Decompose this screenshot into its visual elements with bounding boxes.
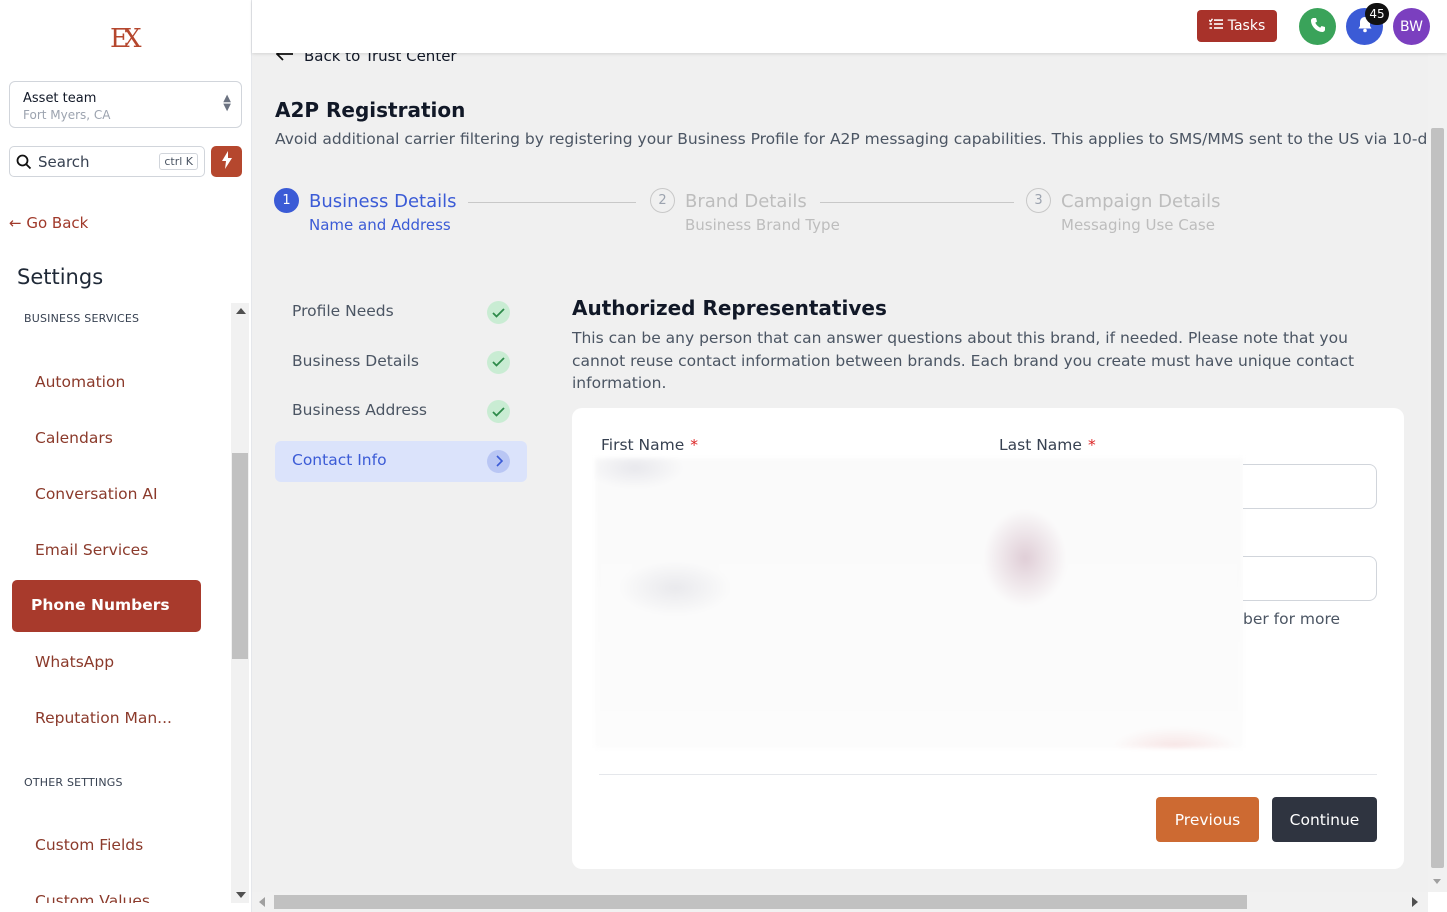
last-name-input[interactable]	[1243, 464, 1377, 509]
form-description: This can be any person that can answer q…	[572, 329, 1355, 392]
vertical-scroll-thumb[interactable]	[1431, 128, 1444, 868]
arrow-left-icon: ←	[9, 214, 22, 232]
sidebar-item-email-services[interactable]: Email Services	[35, 541, 148, 559]
check-icon	[487, 350, 510, 374]
tasks-label: Tasks	[1227, 18, 1266, 34]
check-icon	[487, 400, 510, 423]
sidebar-item-whatsapp[interactable]: WhatsApp	[35, 653, 114, 671]
form-title: Authorized Representatives	[572, 296, 887, 320]
phone-input[interactable]	[1243, 556, 1377, 601]
go-back-link[interactable]: ← Go Back	[9, 214, 88, 232]
tasks-button[interactable]: Tasks	[1197, 10, 1277, 42]
section-other-settings: OTHER SETTINGS	[24, 776, 123, 789]
search-icon	[16, 154, 32, 170]
step-subtitle: Messaging Use Case	[1061, 216, 1215, 234]
settings-nav: BUSINESS SERVICES Automation Calendars C…	[0, 303, 230, 903]
section-business-services: BUSINESS SERVICES	[24, 312, 140, 325]
chevron-updown-icon: ▲ ▼	[223, 93, 231, 113]
chevron-right-icon	[487, 449, 510, 473]
substep-list: Profile Needs Business Details Business …	[275, 292, 527, 490]
substep-business-details[interactable]: Business Details	[275, 342, 527, 383]
step-connector	[468, 202, 636, 203]
sidebar: EX Asset team Fort Myers, CA ▲ ▼ Search c…	[0, 0, 252, 912]
go-back-label: Go Back	[26, 214, 89, 232]
lightning-icon	[221, 150, 233, 173]
substep-profile-needs[interactable]: Profile Needs	[275, 292, 527, 333]
page-title: A2P Registration	[275, 98, 466, 122]
search-label: Search	[38, 152, 90, 171]
step-number: 3	[1026, 188, 1051, 213]
sidebar-item-custom-values[interactable]: Custom Values	[35, 892, 150, 903]
substep-label: Business Address	[292, 401, 428, 419]
user-avatar[interactable]: BW	[1393, 8, 1430, 45]
sidebar-scroll-thumb[interactable]	[232, 453, 248, 659]
card-divider	[599, 774, 1377, 775]
sidebar-item-custom-fields[interactable]: Custom Fields	[35, 836, 143, 854]
brand-logo[interactable]: EX	[110, 24, 141, 54]
horizontal-scroll-thumb[interactable]	[274, 895, 1247, 909]
back-link-label: Back to Trust Center	[304, 53, 457, 65]
first-name-label-text: First Name	[601, 436, 685, 454]
scroll-right-arrow-icon[interactable]	[1412, 897, 1418, 907]
previous-button[interactable]: Previous	[1156, 797, 1259, 842]
search-shortcut: ctrl K	[159, 153, 198, 170]
registration-stepper: 1 Business Details Name and Address 2 Br…	[274, 188, 1428, 248]
substep-contact-info[interactable]: Contact Info	[275, 440, 527, 482]
substep-label: Business Details	[292, 351, 420, 370]
contact-form-card: First Name * Last Name * ber for more Prev…	[572, 408, 1404, 869]
scroll-left-arrow-icon[interactable]	[259, 897, 265, 907]
top-bar: Tasks 45 BW	[252, 0, 1447, 53]
notification-count-badge: 45	[1365, 3, 1389, 25]
step-title: Brand Details	[685, 191, 807, 212]
sidebar-scrollbar[interactable]	[231, 303, 249, 903]
substep-label: Profile Needs	[292, 302, 394, 320]
arrow-left-icon	[275, 53, 294, 65]
step-number: 2	[650, 188, 675, 213]
required-mark: *	[1087, 436, 1096, 454]
phone-button[interactable]	[1299, 8, 1336, 45]
step-number: 1	[274, 188, 299, 213]
main-horizontal-scrollbar[interactable]	[252, 892, 1428, 912]
step-subtitle: Business Brand Type	[685, 216, 840, 234]
last-name-label: Last Name *	[999, 436, 1096, 454]
sidebar-item-calendars[interactable]: Calendars	[35, 429, 113, 447]
redacted-region	[595, 458, 1243, 748]
sidebar-item-conversation-ai[interactable]: Conversation AI	[35, 485, 158, 503]
page-description: Avoid additional carrier filtering by re…	[275, 130, 1428, 148]
main-content: Back to Trust Center A2P Registration Av…	[252, 53, 1428, 892]
continue-button[interactable]: Continue	[1272, 797, 1377, 842]
back-to-trust-center-link[interactable]: Back to Trust Center	[275, 53, 457, 65]
required-mark: *	[690, 436, 699, 454]
account-name: Asset team	[23, 91, 97, 106]
substep-label: Contact Info	[292, 450, 387, 469]
step-subtitle: Name and Address	[309, 216, 451, 234]
field-help-text: ber for more	[1243, 610, 1341, 628]
search-box[interactable]: Search ctrl K	[9, 146, 205, 177]
sidebar-item-reputation-management[interactable]: Reputation Man...	[35, 709, 172, 727]
last-name-label-text: Last Name	[999, 436, 1082, 454]
scroll-up-arrow-icon[interactable]	[236, 308, 246, 314]
scroll-down-arrow-icon[interactable]	[236, 892, 246, 898]
settings-title: Settings	[17, 265, 104, 289]
step-title: Business Details	[309, 191, 457, 212]
substep-business-address[interactable]: Business Address	[275, 391, 527, 432]
step-connector	[820, 202, 1014, 203]
sidebar-item-phone-numbers[interactable]: Phone Numbers	[12, 580, 201, 632]
scroll-down-arrow-icon[interactable]	[1433, 879, 1441, 884]
phone-icon	[1310, 17, 1326, 37]
step-title: Campaign Details	[1061, 191, 1221, 212]
first-name-label: First Name *	[601, 436, 698, 454]
quick-action-button[interactable]	[211, 146, 242, 177]
main-vertical-scrollbar[interactable]	[1428, 53, 1447, 892]
sidebar-item-automation[interactable]: Automation	[35, 373, 125, 391]
checklist-icon	[1208, 18, 1223, 34]
check-icon	[487, 301, 510, 324]
account-location: Fort Myers, CA	[23, 108, 111, 122]
account-switcher[interactable]: Asset team Fort Myers, CA ▲ ▼	[9, 81, 242, 128]
